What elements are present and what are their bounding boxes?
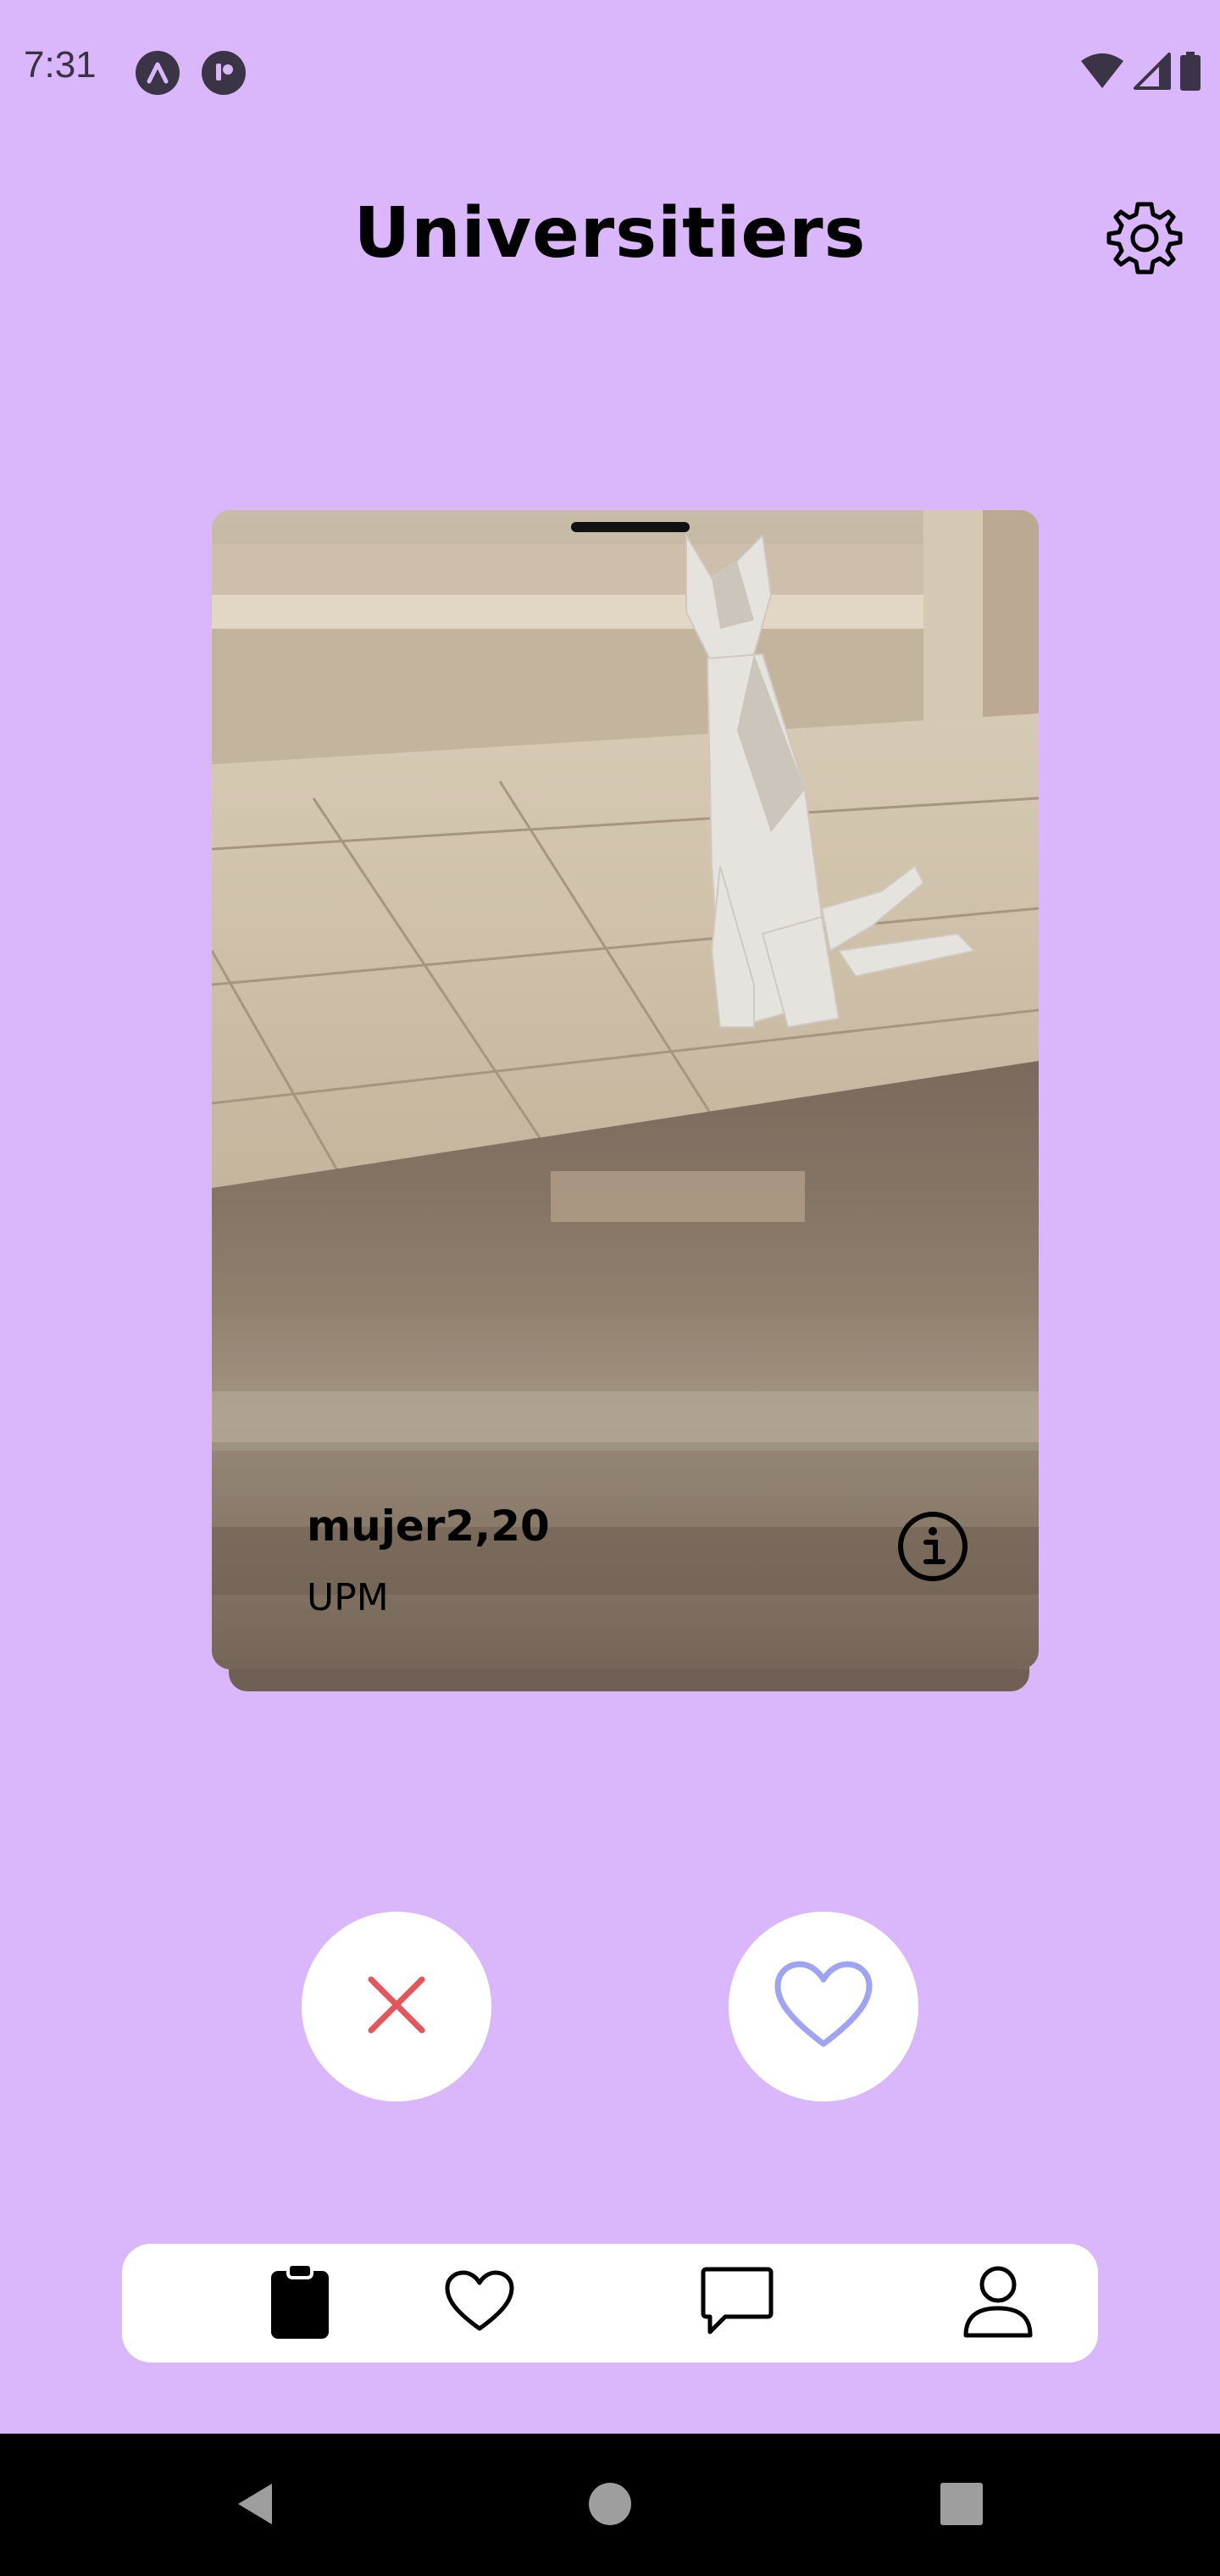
home-icon — [585, 2479, 635, 2533]
page-title: Universitiers — [353, 193, 867, 274]
settings-button[interactable] — [1098, 193, 1191, 286]
person-icon — [962, 2264, 1034, 2342]
battery-icon — [1179, 52, 1201, 94]
system-home-button[interactable] — [572, 2468, 648, 2544]
nav-item-chat[interactable] — [695, 2261, 779, 2346]
app-a-icon — [136, 51, 180, 95]
like-button[interactable] — [729, 1912, 918, 2101]
chat-bubble-icon — [700, 2266, 774, 2340]
recents-icon — [936, 2479, 987, 2533]
dislike-button[interactable] — [302, 1912, 491, 2101]
nav-item-likes[interactable] — [437, 2261, 522, 2346]
profile-name-age: mujer2,20 — [307, 1502, 550, 1551]
profile-card[interactable]: mujer2,20 UPM — [212, 510, 1039, 1669]
nav-item-cards[interactable] — [258, 2261, 342, 2346]
system-navigation-bar — [0, 2434, 1220, 2576]
heart-icon — [444, 2269, 515, 2337]
screen: 7:31 Universitiers mujer2,20 UPM — [0, 0, 1220, 2576]
app-record-icon — [202, 51, 246, 95]
status-bar: 7:31 — [0, 0, 1220, 136]
profile-photo — [212, 510, 1039, 1669]
gear-icon — [1102, 196, 1187, 284]
status-time: 7:31 — [24, 44, 97, 86]
bottom-navigation — [122, 2244, 1098, 2362]
status-icons — [1079, 47, 1201, 98]
info-icon — [895, 1512, 971, 1588]
close-icon — [363, 1971, 430, 2042]
nav-item-profile[interactable] — [956, 2261, 1040, 2346]
wifi-icon — [1079, 53, 1125, 93]
drag-handle[interactable] — [571, 522, 690, 532]
system-recents-button[interactable] — [923, 2468, 1000, 2544]
heart-icon — [773, 1959, 874, 2054]
cell-signal-icon — [1134, 53, 1171, 93]
clipboard-icon — [269, 2262, 330, 2344]
info-button[interactable] — [895, 1508, 971, 1585]
back-icon — [230, 2479, 280, 2533]
profile-university: UPM — [307, 1576, 389, 1619]
system-back-button[interactable] — [217, 2468, 293, 2544]
